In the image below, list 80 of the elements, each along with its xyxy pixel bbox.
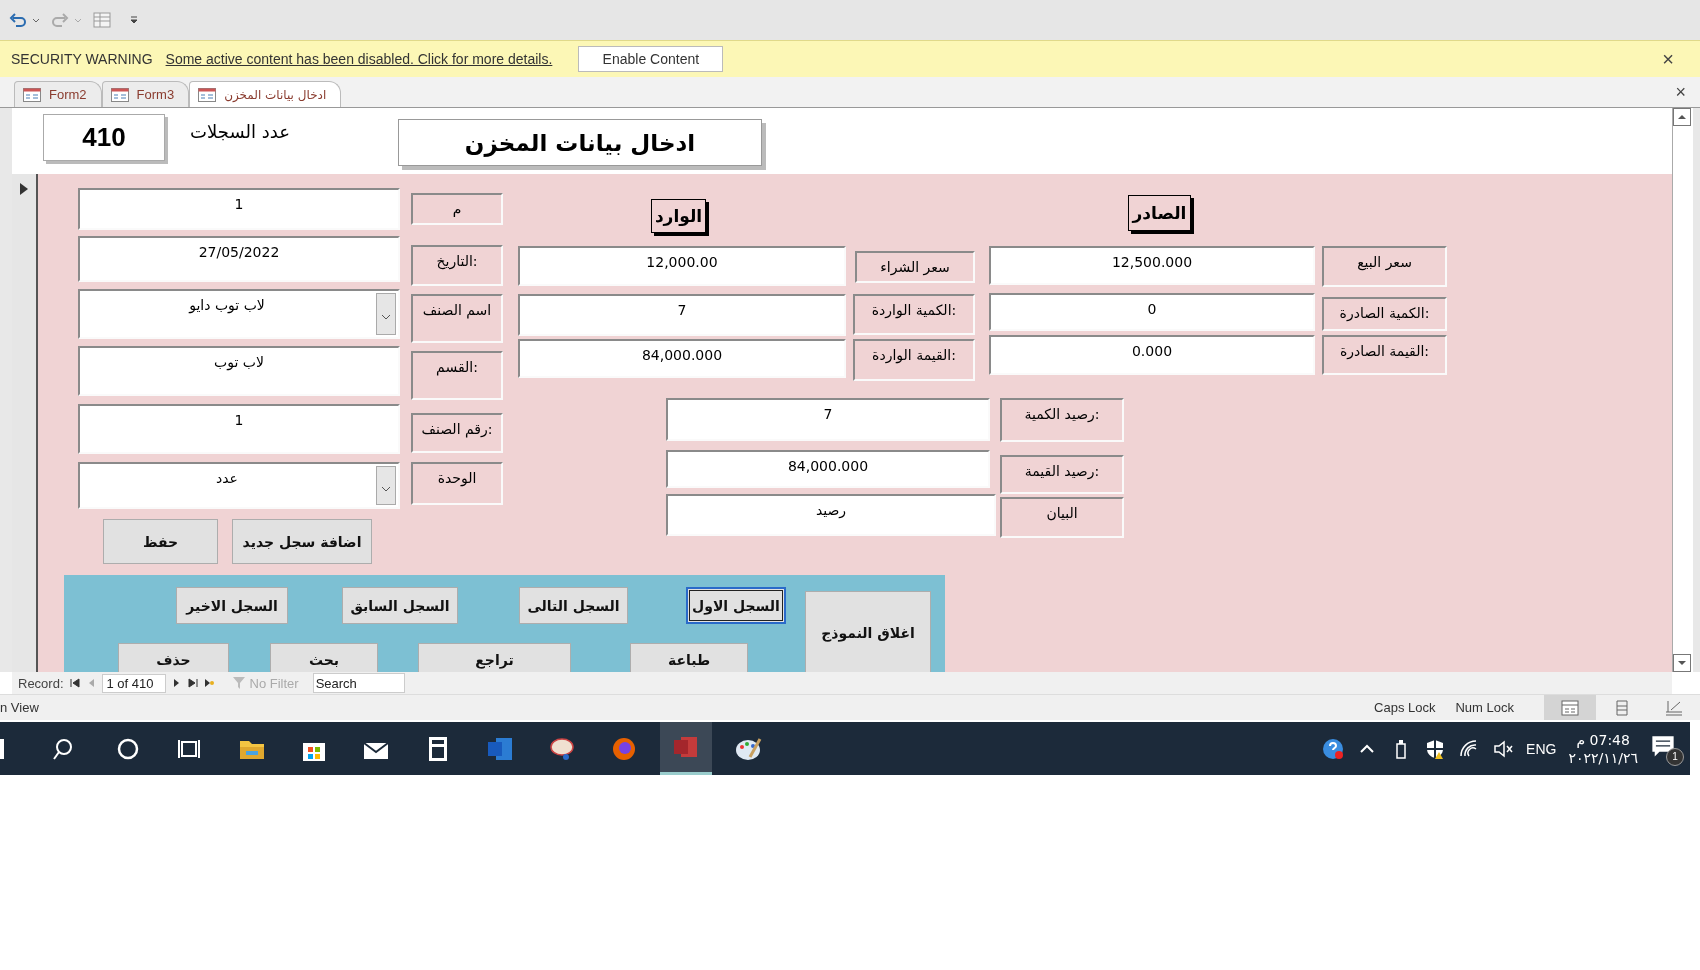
text-field[interactable]: 0.000: [989, 335, 1315, 375]
document-tab[interactable]: Form3: [101, 81, 190, 107]
record-position-field[interactable]: 1 of 410: [101, 673, 166, 693]
first-record-icon[interactable]: [69, 678, 80, 688]
field-label: سعر الشراء: [855, 251, 975, 283]
close-icon[interactable]: ×: [1675, 81, 1686, 103]
text-field[interactable]: 12,000.00: [518, 246, 846, 286]
form-button[interactable]: حفظ: [103, 519, 218, 564]
details-link[interactable]: Some active content has been disabled. Click for more details.: [165, 51, 553, 67]
record-label: Record:: [18, 675, 64, 691]
close-icon[interactable]: ×: [1662, 47, 1674, 71]
form-icon: [23, 87, 41, 102]
clock-date[interactable]: ٢٠٢٢/١١/٢٦: [1568, 748, 1638, 767]
scroll-up-button[interactable]: [1673, 108, 1691, 126]
form-view-icon[interactable]: [1561, 699, 1579, 716]
field-label: الوحدة: [411, 462, 503, 505]
command-button[interactable]: بحث: [270, 643, 378, 672]
enable-content-button[interactable]: Enable Content: [578, 46, 724, 72]
help-icon[interactable]: [1322, 737, 1345, 760]
document-tab[interactable]: ادخال بيانات المخزن: [189, 81, 342, 107]
field-label: الكمية الواردة:: [853, 294, 975, 335]
command-button[interactable]: تراجع: [418, 643, 571, 672]
combo-box[interactable]: لاب توب دايو: [78, 289, 400, 339]
start-icon[interactable]: [0, 738, 4, 759]
record-nav-button[interactable]: السجل الاخير: [176, 587, 288, 624]
new-record-icon[interactable]: [203, 678, 214, 688]
status-indicator: Caps Lock: [1374, 700, 1436, 715]
field-label: رصيد القيمة:: [1000, 455, 1124, 494]
field-label: رصيد الكمية:: [1000, 398, 1124, 442]
text-field[interactable]: 27/05/2022: [78, 236, 400, 282]
record-count-field: 410: [43, 114, 165, 161]
field-label: البيان: [1000, 497, 1124, 538]
combo-box[interactable]: عدد: [78, 462, 400, 509]
field-label: القسم:: [411, 351, 503, 400]
command-button[interactable]: طباعة: [630, 643, 748, 672]
field-label: اسم الصنف: [411, 294, 503, 343]
undo-icon[interactable]: [8, 10, 28, 30]
record-nav-button[interactable]: السجل التالى: [519, 587, 628, 624]
language-indicator[interactable]: ENG: [1526, 740, 1557, 757]
text-field[interactable]: لاب توب: [78, 346, 400, 396]
view-status: n View: [0, 700, 39, 715]
record-nav-button[interactable]: السجل السابق: [342, 587, 458, 624]
text-field[interactable]: رصيد: [666, 494, 996, 536]
document-tab[interactable]: Form2: [14, 81, 102, 107]
field-label: التاريخ:: [411, 245, 503, 286]
scroll-down-button[interactable]: [1673, 654, 1691, 672]
section-heading: الصادر: [1128, 195, 1191, 231]
notification-count: 1: [1666, 747, 1684, 766]
command-button[interactable]: حذف: [118, 643, 229, 672]
text-field[interactable]: 84,000.000: [666, 450, 990, 488]
design-view-icon[interactable]: [1665, 699, 1683, 716]
field-label: سعر البيع: [1322, 246, 1447, 287]
form-icon: [110, 87, 129, 102]
form-icon: [198, 87, 217, 102]
search-field[interactable]: Search: [312, 673, 405, 693]
field-label: رقم الصنف:: [411, 413, 503, 453]
last-record-icon[interactable]: [187, 678, 198, 688]
text-field[interactable]: 1: [78, 404, 400, 454]
status-indicator: Num Lock: [1455, 700, 1514, 715]
caret-icon[interactable]: [32, 16, 40, 24]
form-button[interactable]: اضافة سجل جديد: [232, 519, 372, 564]
layout-view-icon[interactable]: [1613, 699, 1631, 716]
record-nav-button[interactable]: السجل الاول: [686, 587, 786, 624]
customize-icon[interactable]: [130, 16, 138, 24]
field-label: الكمية الصادرة:: [1322, 297, 1447, 331]
text-field[interactable]: 12,500.000: [989, 246, 1315, 285]
record-selector-icon[interactable]: [19, 182, 29, 196]
text-field[interactable]: 7: [518, 294, 846, 336]
text-field[interactable]: 1: [78, 188, 400, 230]
security-warning-label: SECURITY WARNING: [11, 51, 153, 67]
text-field[interactable]: 84,000.000: [518, 339, 846, 378]
close-form-button[interactable]: اغلاق النموذج: [805, 591, 931, 672]
field-label: القيمة الواردة:: [853, 339, 975, 381]
field-label: م: [411, 193, 503, 225]
section-heading: الوارد: [651, 199, 706, 233]
record-count-label: عدد السجلات: [189, 119, 291, 144]
text-field[interactable]: 0: [989, 293, 1315, 331]
clock-time[interactable]: 07:48 م: [1576, 730, 1630, 749]
field-label: القيمة الصادرة:: [1322, 335, 1447, 375]
text-field[interactable]: 7: [666, 398, 990, 441]
